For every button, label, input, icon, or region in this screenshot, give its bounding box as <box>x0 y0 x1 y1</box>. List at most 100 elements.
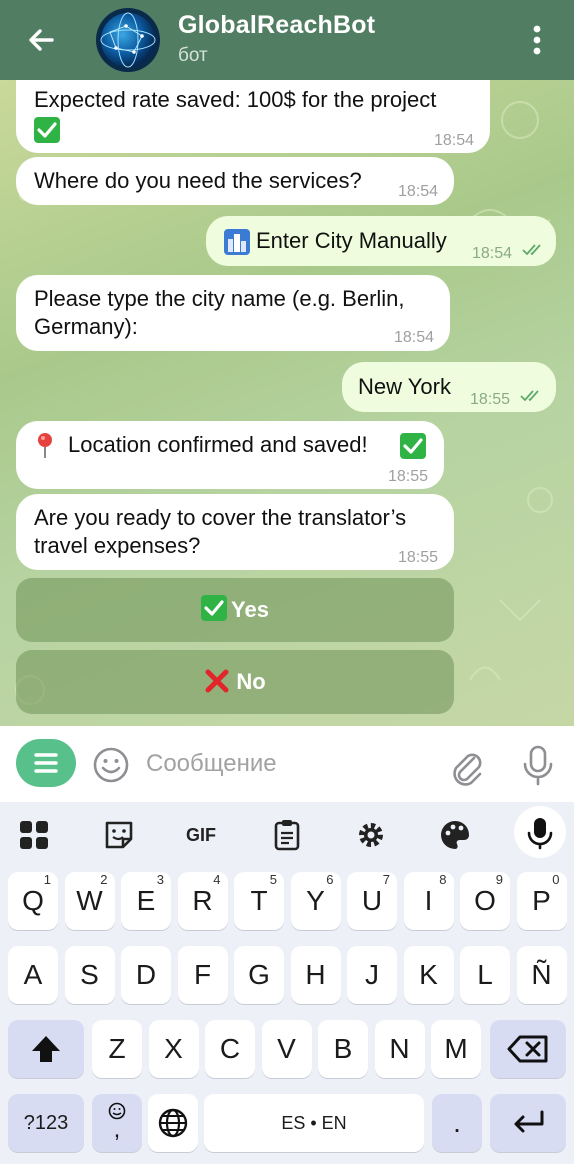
key-label: S <box>80 959 99 990</box>
message-time: 18:54 <box>393 329 434 346</box>
outgoing-message-bubble[interactable]: New York 18:55 <box>342 362 556 412</box>
microphone-icon[interactable] <box>520 744 556 786</box>
key-l[interactable]: L <box>460 946 510 1004</box>
voice-input-button[interactable] <box>514 806 566 858</box>
key-number-hint: 2 <box>100 872 108 887</box>
symbols-key[interactable]: ?123 <box>8 1094 84 1152</box>
chat-title[interactable]: GlobalReachBot <box>178 11 375 40</box>
attach-paperclip-icon[interactable] <box>448 746 484 786</box>
message-text: Expected rate saved: 100$ for the projec… <box>34 87 437 112</box>
settings-gear-icon[interactable] <box>351 815 391 855</box>
key-ñ[interactable]: Ñ <box>516 946 567 1004</box>
key-o[interactable]: O9 <box>460 872 510 930</box>
message-text-line: Are you ready to cover the translator’s <box>34 505 407 530</box>
key-label: X <box>164 1033 183 1064</box>
message-bubble[interactable]: Please type the city name (e.g. Berlin, … <box>16 275 450 351</box>
key-s[interactable]: S <box>64 946 115 1004</box>
check-mark-emoji-icon <box>400 433 426 459</box>
backspace-key[interactable] <box>490 1020 566 1078</box>
message-text: New York <box>358 374 451 399</box>
microphone-icon <box>527 818 553 850</box>
inline-button-no[interactable]: No <box>16 650 454 714</box>
key-u[interactable]: U7 <box>347 872 397 930</box>
key-q[interactable]: Q1 <box>8 872 58 930</box>
key-w[interactable]: W2 <box>64 872 115 930</box>
message-bubble[interactable]: Where do you need the services? 18:54 <box>16 157 454 205</box>
key-label: H <box>305 959 326 990</box>
backspace-icon <box>507 1035 548 1063</box>
key-c[interactable]: C <box>205 1020 255 1078</box>
message-input[interactable]: Сообщение <box>146 750 277 778</box>
key-label: N <box>389 1033 410 1064</box>
key-label: M <box>444 1033 468 1064</box>
message-time: 18:54 <box>472 245 513 262</box>
key-label: E <box>136 885 156 916</box>
emoji-comma-key[interactable]: , <box>92 1094 142 1152</box>
key-t[interactable]: T5 <box>234 872 284 930</box>
key-d[interactable]: D <box>121 946 171 1004</box>
double-check-icon <box>520 390 539 402</box>
key-i[interactable]: I8 <box>403 872 454 930</box>
key-k[interactable]: K <box>403 946 454 1004</box>
key-v[interactable]: V <box>261 1020 312 1078</box>
clipboard-icon[interactable] <box>267 815 307 855</box>
more-vert-icon[interactable] <box>522 22 552 58</box>
message-text-line: travel expenses? <box>34 533 201 558</box>
bot-menu-button[interactable] <box>16 739 76 787</box>
bot-avatar[interactable] <box>96 8 160 72</box>
on-screen-keyboard: GIF ?123 , ES • EN . Q 1 W 2 E 3 R 4 T 5… <box>0 802 574 1164</box>
shift-arrow-icon <box>32 1036 60 1062</box>
check-mark-emoji-icon <box>34 117 60 143</box>
inline-button-yes[interactable]: Yes <box>16 578 454 642</box>
key-f[interactable]: F <box>177 946 228 1004</box>
gif-button[interactable]: GIF <box>181 815 221 855</box>
key-h[interactable]: H <box>290 946 341 1004</box>
key-label: T <box>250 885 268 916</box>
chat-area[interactable]: Expected rate saved: 100$ for the projec… <box>0 80 574 726</box>
message-bubble[interactable]: Location confirmed and saved! 18:55 <box>16 421 444 489</box>
key-label: R <box>192 885 213 916</box>
key-j[interactable]: J <box>347 946 397 1004</box>
space-bar[interactable]: ES • EN <box>204 1094 424 1152</box>
key-label: B <box>333 1033 353 1064</box>
message-time: 18:55 <box>387 468 428 485</box>
key-label: P <box>532 885 551 916</box>
message-time: 18:55 <box>470 391 511 408</box>
theme-palette-icon[interactable] <box>435 815 475 855</box>
key-label: W <box>76 885 103 916</box>
key-number-hint: 7 <box>382 872 390 887</box>
outgoing-message-bubble[interactable]: Enter City Manually 18:54 <box>206 216 556 266</box>
menu-lines-icon <box>34 753 58 773</box>
key-z[interactable]: Z <box>92 1020 142 1078</box>
key-g[interactable]: G <box>234 946 284 1004</box>
key-number-hint: 5 <box>269 872 277 887</box>
key-label: D <box>135 959 157 990</box>
period-key[interactable]: . <box>432 1094 482 1152</box>
enter-key[interactable] <box>490 1094 566 1152</box>
key-a[interactable]: A <box>8 946 58 1004</box>
key-m[interactable]: M <box>431 1020 481 1078</box>
message-text-line: Germany): <box>34 314 138 339</box>
sticker-icon[interactable] <box>99 815 139 855</box>
message-text: Where do you need the services? <box>34 168 362 193</box>
message-time: 18:54 <box>397 183 438 200</box>
message-bubble[interactable]: Expected rate saved: 100$ for the projec… <box>16 80 490 153</box>
key-p[interactable]: P0 <box>516 872 567 930</box>
language-globe-key[interactable] <box>148 1094 198 1152</box>
check-mark-emoji-icon <box>201 595 228 621</box>
key-label: F <box>193 959 212 990</box>
inline-button-label: Yes <box>231 597 269 622</box>
key-x[interactable]: X <box>148 1020 199 1078</box>
emoji-smile-icon[interactable] <box>92 746 130 784</box>
globe-icon <box>158 1108 188 1138</box>
inline-button-label: No <box>236 669 266 694</box>
message-bubble[interactable]: Are you ready to cover the translator’s … <box>16 494 454 570</box>
key-b[interactable]: B <box>318 1020 368 1078</box>
key-y[interactable]: Y6 <box>290 872 341 930</box>
key-n[interactable]: N <box>374 1020 425 1078</box>
back-arrow-icon[interactable] <box>22 20 62 60</box>
key-r[interactable]: R4 <box>177 872 228 930</box>
key-e[interactable]: E3 <box>121 872 171 930</box>
shift-key[interactable] <box>8 1020 84 1078</box>
apps-grid-icon[interactable] <box>14 815 54 855</box>
